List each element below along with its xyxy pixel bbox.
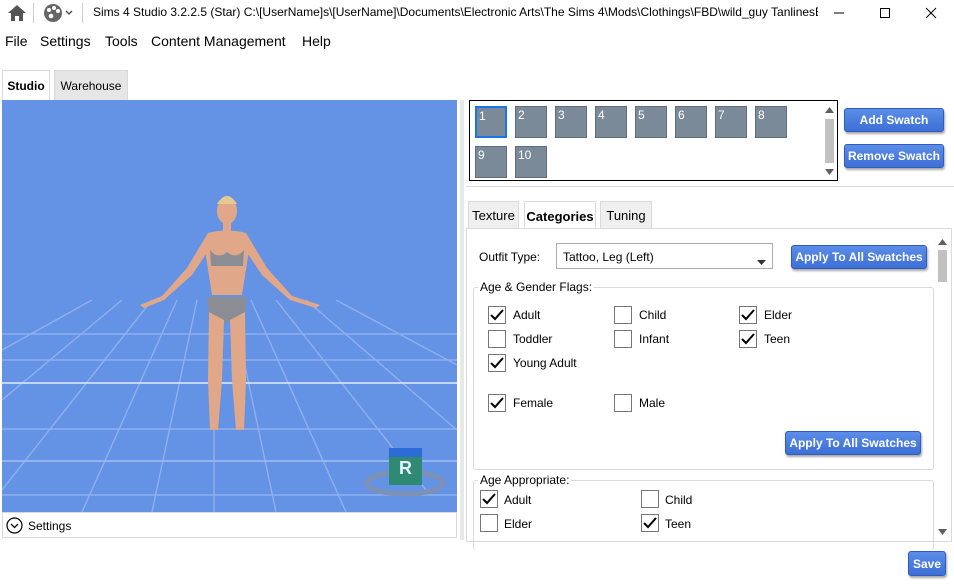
tab-studio[interactable]: Studio [2,70,50,100]
viewport-settings-bar[interactable]: Settings [2,512,457,538]
minimize-button[interactable] [816,0,862,26]
flag-toddler-label: Toddler [513,332,553,346]
swatch-item[interactable]: 9 [475,146,507,178]
flag-teen-label: Teen [764,332,791,346]
title-bar: Sims 4 Studio 3.2.2.5 (Star) C:\[UserNam… [0,0,954,26]
apply-all-swatches-button[interactable]: Apply To All Swatches [791,245,927,269]
tab-tuning[interactable]: Tuning [600,201,652,229]
menu-file[interactable]: File [5,33,28,49]
swatch-item[interactable]: 2 [515,106,547,138]
swatch-item[interactable]: 4 [595,106,627,138]
flag-child-label: Child [639,308,667,322]
panel-scrollbar[interactable] [936,237,949,537]
apply-all-swatches-button-2[interactable]: Apply To All Swatches [785,431,921,455]
flag-young-adult-checkbox[interactable] [488,354,506,372]
tab-categories[interactable]: Categories [524,201,596,230]
title-divider [82,3,83,23]
appropriate-elder-checkbox[interactable] [480,514,498,532]
title-divider [33,3,34,23]
menu-bar: File Settings Tools Content Management H… [0,30,954,52]
appropriate-teen-checkbox[interactable] [641,514,659,532]
palette-icon[interactable] [42,2,76,27]
age-appropriate-title: Age Appropriate: [478,473,572,487]
3d-viewport[interactable]: R [2,100,457,512]
flag-elder-label: Elder [764,308,793,322]
age-appropriate-group [473,480,934,550]
appropriate-elder-label: Elder [504,517,533,531]
swatch-item[interactable]: 3 [555,106,587,138]
swatch-item[interactable]: 6 [675,106,707,138]
r-badge-label: R [399,458,412,478]
panel-splitter[interactable] [460,100,464,540]
swatch-scrollbar[interactable] [824,105,835,177]
chevron-down-icon [757,254,766,269]
flag-teen-checkbox[interactable] [739,330,757,348]
flag-female-label: Female [513,396,554,410]
add-swatch-button[interactable]: Add Swatch [844,108,944,132]
flag-child-checkbox[interactable] [614,306,632,324]
maximize-button[interactable] [862,0,908,26]
flag-adult-label: Adult [513,308,541,322]
outfit-type-value: Tattoo, Leg (Left) [563,250,654,264]
flag-male-label: Male [639,396,666,410]
close-button[interactable] [908,0,954,26]
flag-male-checkbox[interactable] [614,394,632,412]
categories-panel: Outfit Type: Tattoo, Leg (Left) Apply To… [466,228,952,550]
flag-toddler-checkbox[interactable] [488,330,506,348]
age-gender-title: Age & Gender Flags: [478,280,595,294]
flag-female-checkbox[interactable] [488,394,506,412]
flag-infant-checkbox[interactable] [614,330,632,348]
appropriate-child-checkbox[interactable] [641,490,659,508]
save-button[interactable]: Save [908,551,946,576]
floor-grid [2,196,457,512]
tab-warehouse[interactable]: Warehouse [54,70,128,100]
tab-texture[interactable]: Texture [468,201,519,229]
menu-content-management[interactable]: Content Management [151,33,286,49]
menu-settings[interactable]: Settings [40,33,91,49]
divider [466,186,954,187]
swatch-item[interactable]: 7 [715,106,747,138]
appropriate-adult-label: Adult [504,493,532,507]
appropriate-adult-checkbox[interactable] [480,490,498,508]
appropriate-teen-label: Teen [665,517,692,531]
flag-elder-checkbox[interactable] [739,306,757,324]
remove-swatch-button[interactable]: Remove Swatch [844,144,944,168]
window-title: Sims 4 Studio 3.2.2.5 (Star) C:\[UserNam… [93,5,818,19]
swatch-item[interactable]: 5 [635,106,667,138]
outfit-type-dropdown[interactable]: Tattoo, Leg (Left) [556,243,773,269]
outfit-type-label: Outfit Type: [479,250,541,264]
swatch-item[interactable]: 1 [475,106,507,138]
home-icon[interactable] [6,3,28,26]
chevron-down-icon[interactable] [6,517,23,537]
appropriate-child-label: Child [665,493,693,507]
menu-tools[interactable]: Tools [105,33,138,49]
flag-young-adult-label: Young Adult [513,356,577,370]
settings-label: Settings [28,519,72,533]
flag-infant-label: Infant [639,332,670,346]
flag-adult-checkbox[interactable] [488,306,506,324]
swatch-item[interactable]: 10 [515,146,547,178]
swatch-item[interactable]: 8 [755,106,787,138]
swatch-list: 1 2 3 4 5 6 7 8 9 10 [469,100,838,181]
menu-help[interactable]: Help [302,33,331,49]
